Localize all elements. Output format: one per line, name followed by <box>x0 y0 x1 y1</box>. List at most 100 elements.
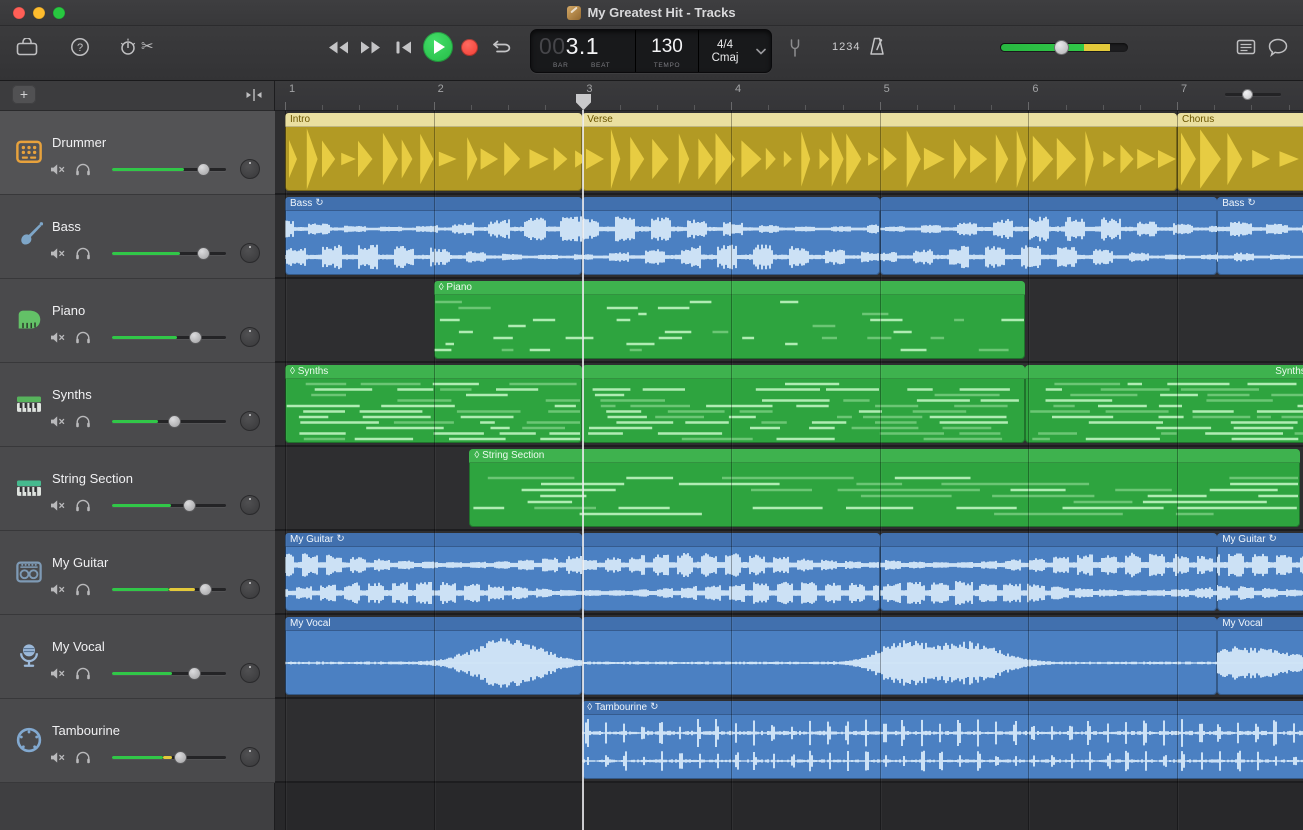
track-name: Tambourine <box>52 723 120 738</box>
volume-thumb[interactable] <box>197 247 210 260</box>
mute-speaker-icon <box>50 751 66 764</box>
pan-knob[interactable] <box>240 747 260 767</box>
volume-slider[interactable] <box>112 246 226 260</box>
chat-button[interactable] <box>1268 38 1288 57</box>
mute-button[interactable] <box>49 330 67 344</box>
mute-button[interactable] <box>49 246 67 260</box>
pan-knob[interactable] <box>240 663 260 683</box>
region-label: My Vocal <box>1222 617 1263 631</box>
volume-thumb[interactable] <box>174 751 187 764</box>
track-header-drummer[interactable]: Drummer <box>0 111 275 195</box>
loop-icon: ↻ <box>650 701 658 714</box>
track-header-tambourine[interactable]: Tambourine <box>0 699 275 783</box>
volume-thumb[interactable] <box>197 163 210 176</box>
input-monitor-button[interactable] <box>74 330 92 344</box>
volume-slider[interactable] <box>112 330 226 344</box>
lcd-key-section[interactable]: 4/4 Cmaj <box>698 30 751 72</box>
region-segment-5[interactable] <box>880 197 1218 275</box>
input-monitor-button[interactable] <box>74 162 92 176</box>
volume-thumb[interactable] <box>183 499 196 512</box>
record-button[interactable] <box>461 39 478 56</box>
tuner-button[interactable] <box>788 38 802 58</box>
volume-slider[interactable] <box>112 582 226 596</box>
bar-gridline <box>1177 111 1178 830</box>
sound-library-button[interactable] <box>16 38 38 56</box>
forward-button[interactable] <box>360 40 382 55</box>
lcd-display[interactable]: 003.1 BAR BEAT 130 TEMPO 4/4 Cmaj <box>530 29 772 73</box>
region-my-vocal[interactable]: My Vocal <box>1217 617 1303 695</box>
tambourine-icon <box>12 723 46 757</box>
region-tambourine[interactable]: ◊ Tambourine↻ <box>582 701 1303 779</box>
input-monitor-button[interactable] <box>74 750 92 764</box>
track-header-synths[interactable]: Synths <box>0 363 275 447</box>
ruler-tick <box>1066 105 1067 110</box>
level-meter <box>112 168 184 171</box>
volume-slider[interactable] <box>112 162 226 176</box>
speech-bubble-icon <box>1268 38 1288 57</box>
go-to-beginning-button[interactable] <box>395 40 412 55</box>
region-string-section[interactable]: ◊ String Section <box>469 449 1300 527</box>
zoom-slider-thumb[interactable] <box>1242 89 1253 100</box>
pan-knob[interactable] <box>240 495 260 515</box>
region-segment-9[interactable] <box>582 365 1025 443</box>
region-label: Intro <box>290 113 310 127</box>
volume-thumb[interactable] <box>189 331 202 344</box>
region-chorus[interactable]: Chorus <box>1177 113 1303 191</box>
track-header-string-section[interactable]: String Section <box>0 447 275 531</box>
editors-button[interactable]: ✂ <box>141 37 154 55</box>
track-header-my-guitar[interactable]: My Guitar <box>0 531 275 615</box>
volume-slider[interactable] <box>112 666 226 680</box>
quick-help-button[interactable]: ? <box>70 37 90 57</box>
volume-slider[interactable] <box>112 498 226 512</box>
rewind-button[interactable] <box>327 40 349 55</box>
cycle-button[interactable] <box>488 39 512 56</box>
region-bass[interactable]: Bass↻ <box>1217 197 1303 275</box>
track-header-options-button[interactable] <box>244 88 264 107</box>
region-synths[interactable]: Synths <box>1025 365 1303 443</box>
volume-thumb[interactable] <box>199 583 212 596</box>
mute-button[interactable] <box>49 582 67 596</box>
input-monitor-button[interactable] <box>74 666 92 680</box>
volume-slider[interactable] <box>112 414 226 428</box>
region-label: My Guitar <box>1222 533 1265 547</box>
mute-button[interactable] <box>49 750 67 764</box>
timeline-ruler[interactable]: 1234567 <box>275 80 1303 111</box>
count-in-button[interactable]: 1234 <box>832 41 860 53</box>
smart-controls-button[interactable] <box>118 37 138 57</box>
master-volume-thumb[interactable] <box>1054 40 1069 55</box>
pan-knob[interactable] <box>240 411 260 431</box>
region-my-guitar[interactable]: My Guitar↻ <box>1217 533 1303 611</box>
mute-speaker-icon <box>50 667 66 680</box>
input-monitor-button[interactable] <box>74 498 92 512</box>
lcd-options-button[interactable] <box>751 30 771 72</box>
mute-button[interactable] <box>49 162 67 176</box>
track-name: Synths <box>52 387 92 402</box>
region-piano[interactable]: ◊ Piano <box>434 281 1026 359</box>
volume-slider[interactable] <box>112 750 226 764</box>
mute-button[interactable] <box>49 498 67 512</box>
notepad-button[interactable] <box>1236 39 1256 56</box>
pan-knob[interactable] <box>240 327 260 347</box>
lcd-tempo-section[interactable]: 130 TEMPO <box>635 30 698 72</box>
ruler-tick <box>434 102 435 110</box>
ruler-tick <box>508 105 509 110</box>
input-monitor-button[interactable] <box>74 246 92 260</box>
track-header-bass[interactable]: Bass <box>0 195 275 279</box>
pan-knob[interactable] <box>240 243 260 263</box>
volume-thumb[interactable] <box>188 667 201 680</box>
volume-thumb[interactable] <box>168 415 181 428</box>
region-segment-14[interactable] <box>880 533 1218 611</box>
pan-knob[interactable] <box>240 579 260 599</box>
input-monitor-button[interactable] <box>74 582 92 596</box>
master-volume-slider[interactable] <box>1000 43 1128 52</box>
add-track-button[interactable]: + <box>12 85 36 104</box>
pan-knob[interactable] <box>240 159 260 179</box>
track-header-my-vocal[interactable]: My Vocal <box>0 615 275 699</box>
metronome-button[interactable] <box>868 36 886 57</box>
input-monitor-button[interactable] <box>74 414 92 428</box>
mute-button[interactable] <box>49 414 67 428</box>
region-segment-17[interactable] <box>582 617 1217 695</box>
track-header-piano[interactable]: Piano <box>0 279 275 363</box>
play-button[interactable] <box>423 32 453 62</box>
mute-button[interactable] <box>49 666 67 680</box>
